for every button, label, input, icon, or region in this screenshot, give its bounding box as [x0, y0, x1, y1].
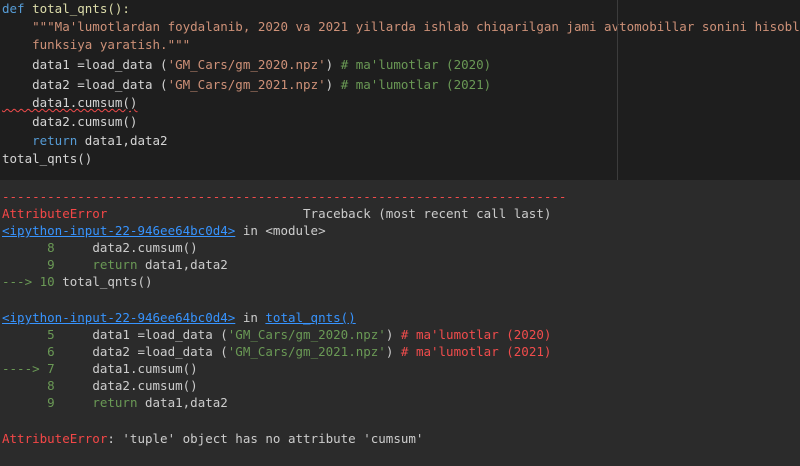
- line-number: 8: [2, 378, 55, 393]
- function-signature: total_qnts():: [24, 1, 130, 16]
- comment: # ma'lumotlar (2020): [340, 57, 492, 72]
- comment: # ma'lumotlar (2021): [340, 77, 492, 92]
- code-line-cumsum1: data1.cumsum(): [2, 95, 138, 110]
- line-number: 9: [2, 257, 55, 272]
- code-line-1: def total_qnts():: [2, 0, 130, 18]
- code-line-call: total_qnts(): [2, 151, 93, 166]
- docstring-line-2: funksiya yaratish.""": [2, 37, 191, 52]
- frame1-header: <ipython-input-22-946ee64bc0d4> in <modu…: [2, 222, 326, 240]
- code-line-cumsum2: data2.cumsum(): [2, 114, 138, 129]
- line-number: 5: [2, 327, 55, 342]
- traceback-label: Traceback (most recent call last): [107, 206, 552, 221]
- line-number: 9: [2, 395, 55, 410]
- string-literal: 'GM_Cars/gm_2020.npz': [167, 57, 326, 72]
- frame1-module: <module>: [265, 223, 326, 238]
- code-text: data2.cumsum(): [54, 378, 198, 393]
- code-text: ): [325, 57, 341, 72]
- final-error-name: AttributeError: [2, 431, 108, 446]
- frame2-header: <ipython-input-22-946ee64bc0d4> in total…: [2, 309, 356, 327]
- code-text: ): [325, 77, 341, 92]
- code-text: data2 =load_data (: [54, 344, 228, 359]
- frame2-line-6: 6 data2 =load_data ('GM_Cars/gm_2021.npz…: [2, 343, 551, 361]
- code-line-data2: data2 =load_data ('GM_Cars/gm_2021.npz')…: [2, 76, 491, 94]
- frame1-line-10: ---> 10 total_qnts(): [2, 273, 153, 291]
- code-cell[interactable]: def total_qnts(): """Ma'lumotlardan foyd…: [0, 0, 800, 180]
- line-number: 8: [2, 240, 55, 255]
- final-error-line: AttributeError: 'tuple' object has no at…: [2, 430, 423, 448]
- code-line-return: return data1,data2: [2, 132, 168, 150]
- frame1-line-8: 8 data2.cumsum(): [2, 239, 198, 257]
- code-text: ): [385, 344, 401, 359]
- ruler-line: [617, 0, 618, 180]
- code-text: data1 =load_data (: [2, 57, 168, 72]
- code-text: total_qnts(): [54, 274, 153, 289]
- string-literal: 'GM_Cars/gm_2020.npz': [227, 327, 386, 342]
- traceback-header: AttributeError Traceback (most recent ca…: [2, 205, 551, 223]
- code-text: data1,data2: [137, 257, 228, 272]
- frame2-line-5: 5 data1 =load_data ('GM_Cars/gm_2020.npz…: [2, 326, 551, 344]
- final-error-message: : 'tuple' object has no attribute 'cumsu…: [107, 431, 424, 446]
- output-area: ----------------------------------------…: [0, 180, 800, 466]
- comment: # ma'lumotlar (2020): [400, 327, 552, 342]
- code-text: data1.cumsum(): [54, 361, 198, 376]
- frame2-function-link[interactable]: total_qnts(): [265, 310, 355, 325]
- frame-text: in: [235, 310, 266, 325]
- traceback-separator: ----------------------------------------…: [2, 189, 567, 204]
- frame-text: in: [235, 223, 266, 238]
- def-keyword: def: [2, 1, 25, 16]
- frame2-line-9: 9 return data1,data2: [2, 394, 228, 412]
- return-keyword: return: [54, 257, 138, 272]
- error-arrow: ---> 10: [2, 274, 55, 289]
- return-keyword: return: [2, 133, 78, 148]
- docstring-line-1: """Ma'lumotlardan foydalanib, 2020 va 20…: [2, 19, 800, 34]
- frame2-link[interactable]: <ipython-input-22-946ee64bc0d4>: [2, 310, 235, 325]
- comment: # ma'lumotlar (2021): [400, 344, 552, 359]
- error-name: AttributeError: [2, 206, 108, 221]
- string-literal: 'GM_Cars/gm_2021.npz': [167, 77, 326, 92]
- line-number: 6: [2, 344, 55, 359]
- error-arrow: ----> 7: [2, 361, 55, 376]
- code-text: data1 =load_data (: [54, 327, 228, 342]
- code-text: data1,data2: [77, 133, 168, 148]
- code-text: data2.cumsum(): [54, 240, 198, 255]
- frame1-link[interactable]: <ipython-input-22-946ee64bc0d4>: [2, 223, 235, 238]
- frame2-line-8: 8 data2.cumsum(): [2, 377, 198, 395]
- frame2-line-7: ----> 7 data1.cumsum(): [2, 360, 198, 378]
- code-line-data1: data1 =load_data ('GM_Cars/gm_2020.npz')…: [2, 56, 491, 74]
- frame1-line-9: 9 return data1,data2: [2, 256, 228, 274]
- return-keyword: return: [54, 395, 138, 410]
- code-text: data1,data2: [137, 395, 228, 410]
- code-text: data2 =load_data (: [2, 77, 168, 92]
- code-text: ): [385, 327, 401, 342]
- string-literal: 'GM_Cars/gm_2021.npz': [227, 344, 386, 359]
